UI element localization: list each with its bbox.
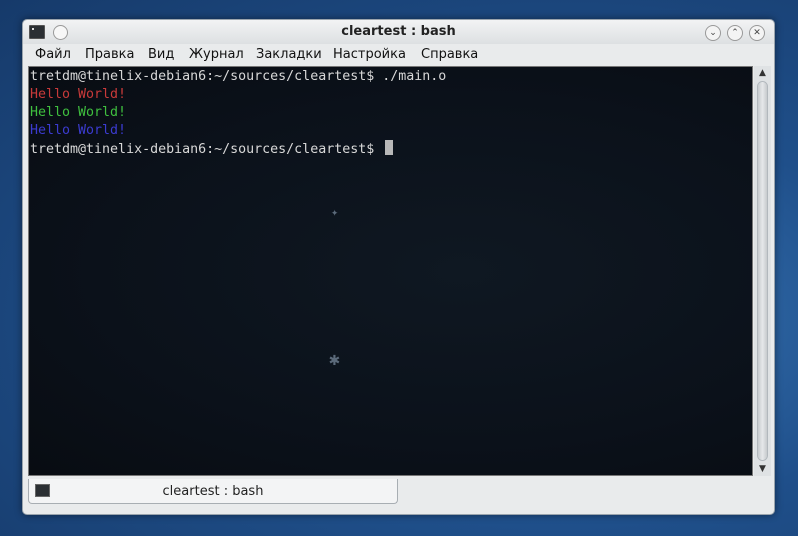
star-decoration: ✱ — [329, 349, 340, 370]
text-cursor — [385, 140, 394, 155]
close-icon[interactable]: ✕ — [749, 25, 765, 41]
scroll-down-icon[interactable]: ▼ — [754, 462, 771, 476]
tab-bar: cleartest : bash — [23, 479, 774, 512]
menu-file[interactable]: Файл — [35, 47, 71, 62]
menu-help[interactable]: Справка — [421, 47, 478, 62]
terminal-line: Hello World! — [30, 105, 127, 120]
menu-view[interactable]: Вид — [148, 47, 174, 62]
scroll-track[interactable] — [757, 81, 768, 461]
menu-settings[interactable]: Настройка — [333, 47, 406, 62]
tab-cleartest[interactable]: cleartest : bash — [28, 479, 398, 504]
menu-history[interactable]: Журнал — [189, 47, 244, 62]
terminal-line: tretdm@tinelix-debian6:~/sources/clearte… — [30, 69, 447, 84]
terminal-line: Hello World! — [30, 123, 127, 138]
terminal-line: Hello World! — [30, 87, 127, 102]
prompt-text: tretdm@tinelix-debian6:~/sources/clearte… — [30, 142, 383, 157]
terminal-output[interactable]: tretdm@tinelix-debian6:~/sources/clearte… — [28, 66, 753, 476]
menu-edit[interactable]: Правка — [85, 47, 134, 62]
chevron-up-icon[interactable]: ⌃ — [727, 25, 743, 41]
window-title: cleartest : bash — [341, 24, 456, 39]
title-bar[interactable]: cleartest : bash ⌄ ⌃ ✕ — [23, 20, 774, 44]
menu-bar: Файл Правка Вид Журнал Закладки Настройк… — [23, 45, 774, 65]
tab-label: cleartest : bash — [162, 484, 264, 499]
chevron-down-icon[interactable]: ⌄ — [705, 25, 721, 41]
konsole-window: cleartest : bash ⌄ ⌃ ✕ Файл Правка Вид Ж… — [22, 19, 775, 515]
menu-bookmarks[interactable]: Закладки — [256, 47, 322, 62]
vertical-scrollbar[interactable]: ▲ ▼ — [754, 66, 771, 476]
scroll-thumb[interactable] — [758, 82, 767, 460]
prompt-line: tretdm@tinelix-debian6:~/sources/clearte… — [30, 140, 752, 158]
scroll-up-icon[interactable]: ▲ — [754, 66, 771, 80]
star-decoration: ✦ — [331, 205, 339, 219]
